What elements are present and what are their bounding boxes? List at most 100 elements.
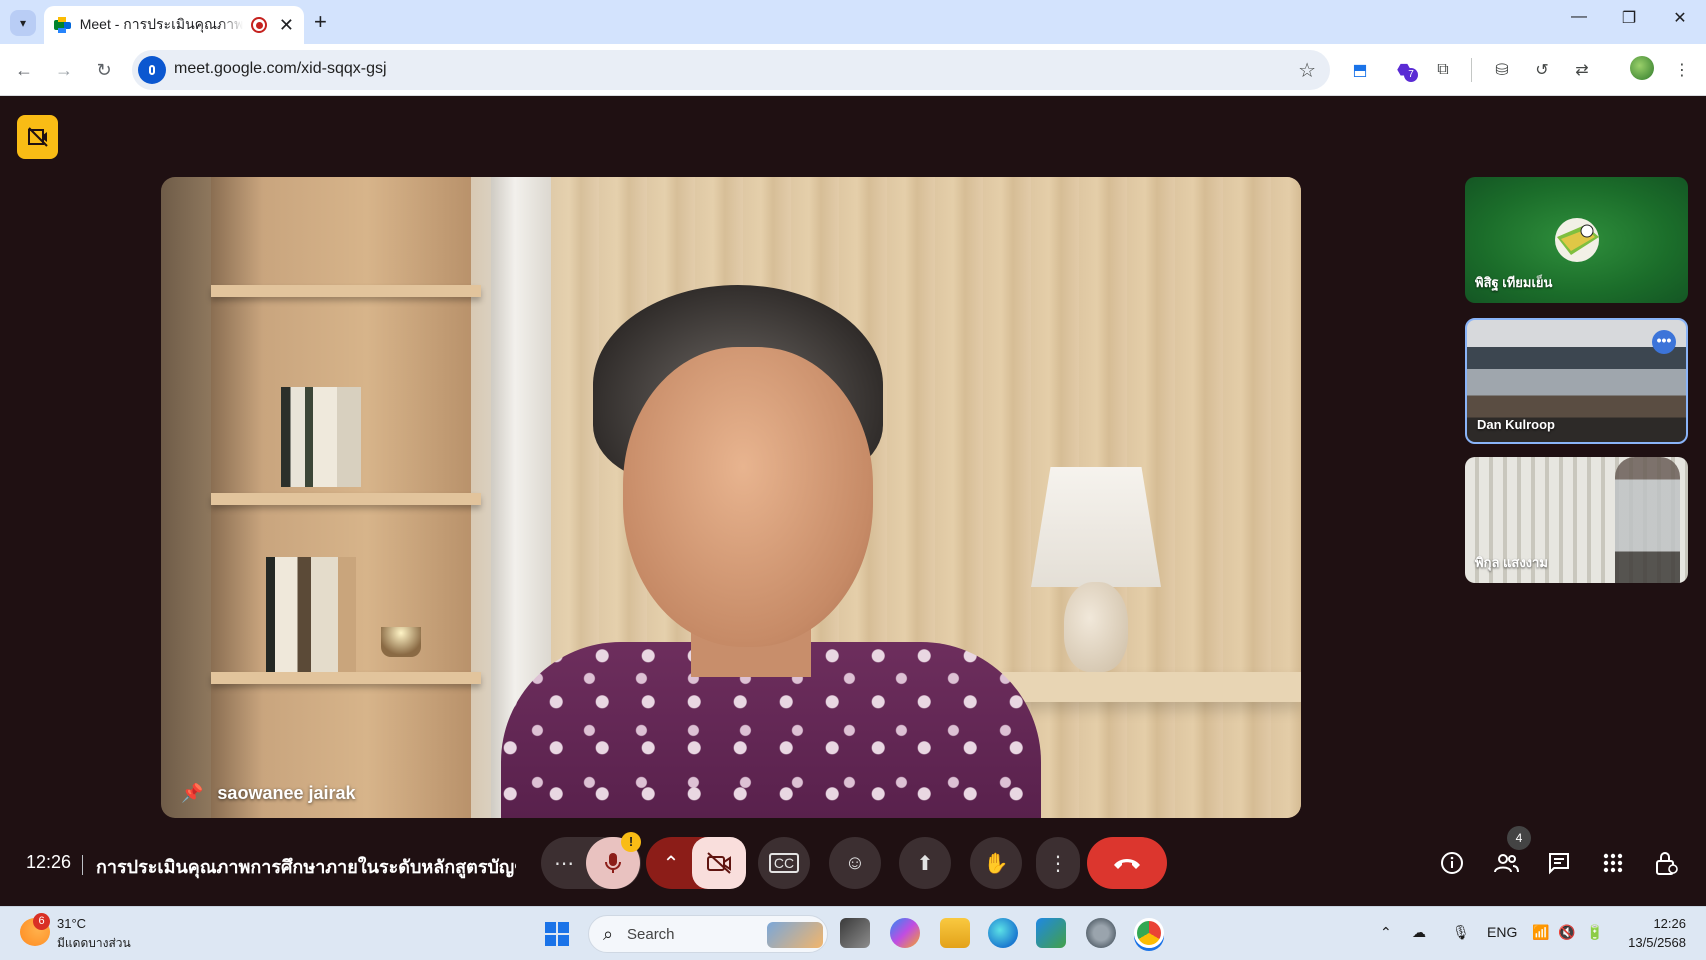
video-options-button[interactable]: ⌃ <box>650 837 692 889</box>
captions-button[interactable]: CC <box>758 837 810 889</box>
search-highlight-image <box>767 922 823 948</box>
close-window-button[interactable]: ✕ <box>1665 8 1695 28</box>
wifi-icon[interactable]: 📶 <box>1532 924 1549 941</box>
divider <box>82 855 83 875</box>
tab-search-button[interactable]: ▾ <box>10 10 36 36</box>
microphone-icon[interactable]: 🎙 <box>1452 924 1470 941</box>
more-options-icon[interactable]: ••• <box>1652 330 1676 354</box>
apps-grid-icon <box>1603 853 1623 873</box>
taskbar-search-box[interactable]: ⌕ Search <box>588 915 828 953</box>
weather-temperature[interactable]: 31°C <box>57 916 86 931</box>
translate-page-icon[interactable]: ⇄ <box>1570 58 1594 82</box>
settings-gear-icon[interactable] <box>1086 918 1116 948</box>
no-video-icon <box>27 127 48 147</box>
meet-stage: 📌 saowanee jairak พิสิฐ เทียมเย็น ••• Da… <box>0 97 1706 906</box>
close-tab-icon[interactable]: ✕ <box>279 16 294 34</box>
profile-avatar[interactable] <box>1630 56 1654 80</box>
minimize-window-button[interactable]: — <box>1564 8 1594 26</box>
pin-icon[interactable]: 📌 <box>181 783 203 804</box>
chevron-down-icon: ▾ <box>19 16 27 30</box>
extensions-puzzle-icon[interactable]: ⧉ <box>1431 58 1455 82</box>
microphone-in-use-icon[interactable] <box>138 56 166 84</box>
participant-avatar <box>1555 218 1599 262</box>
people-button[interactable] <box>1490 847 1522 879</box>
search-label: Search <box>627 926 675 943</box>
file-explorer-icon[interactable] <box>940 918 970 948</box>
hang-up-icon <box>1114 859 1140 869</box>
windows-taskbar: 6 31°C มีแดดบางส่วน ⌕ Search ⌃ ☁ 🎙 ENG 📶… <box>0 906 1706 960</box>
people-icon <box>1494 854 1519 873</box>
main-participant-video[interactable]: 📌 saowanee jairak <box>161 177 1301 818</box>
chat-icon <box>1549 853 1569 875</box>
raise-hand-button[interactable]: ✋ <box>970 837 1022 889</box>
present-screen-icon: ⬆ <box>916 852 934 875</box>
info-icon <box>1441 852 1463 874</box>
main-participant-name: saowanee jairak <box>217 783 356 803</box>
new-tab-button[interactable]: + <box>314 10 327 34</box>
leave-call-button[interactable] <box>1087 837 1167 889</box>
browser-menu-icon[interactable]: ⋮ <box>1670 58 1694 82</box>
chevron-up-icon[interactable]: ⌃ <box>1380 924 1392 941</box>
lock-person-icon <box>1656 852 1678 875</box>
incognito-extension-icon[interactable]: ⛁ <box>1490 58 1514 82</box>
audio-settings-button[interactable]: ⋯ <box>541 837 587 889</box>
more-horizontal-icon: ⋯ <box>554 852 574 875</box>
history-icon[interactable]: ↺ <box>1530 58 1554 82</box>
host-controls-button[interactable] <box>1650 847 1682 879</box>
participant-name: Dan Kulroop <box>1477 417 1555 432</box>
volume-muted-icon[interactable]: 🔇 <box>1558 924 1575 941</box>
microphone-icon <box>605 853 621 873</box>
extension-icon[interactable]: ⬣ 7 <box>1392 58 1418 82</box>
main-participant-name-tag: 📌 saowanee jairak <box>181 783 356 804</box>
recording-icon <box>251 17 267 33</box>
emoji-icon: ☺ <box>844 851 866 874</box>
task-view-icon[interactable] <box>840 918 870 948</box>
camera-toggle-button[interactable] <box>692 837 746 889</box>
microsoft-store-icon[interactable] <box>1036 918 1066 948</box>
participant-tile-active[interactable]: ••• Dan Kulroop <box>1465 318 1688 444</box>
chevron-up-icon: ⌃ <box>662 852 680 875</box>
taskbar-date[interactable]: 13/5/2568 <box>1615 935 1686 950</box>
participant-face <box>623 347 873 647</box>
input-language[interactable]: ENG <box>1487 924 1517 940</box>
forward-arrow-icon[interactable]: → <box>50 56 78 84</box>
browser-tab-strip: ▾ Meet - การประเมินคุณภาพการศึกษา ✕ + — … <box>0 0 1706 44</box>
participant-tile[interactable]: พิสิฐ เทียมเย็น <box>1465 177 1688 303</box>
raise-hand-icon: ✋ <box>983 852 1009 875</box>
present-screen-button[interactable]: ⬆ <box>899 837 951 889</box>
taskbar-time[interactable]: 12:26 <box>1630 916 1686 931</box>
windows-start-icon[interactable] <box>545 922 569 946</box>
chrome-icon[interactable] <box>1134 918 1164 948</box>
participant-name: พิกุล แสงงาม <box>1475 555 1548 570</box>
copilot-icon[interactable] <box>890 918 920 948</box>
participant-tile[interactable]: พิกุล แสงงาม <box>1465 457 1688 583</box>
tab-title: Meet - การประเมินคุณภาพการศึกษา <box>79 16 244 32</box>
activities-button[interactable] <box>1597 847 1629 879</box>
chat-button[interactable] <box>1543 847 1575 879</box>
battery-icon[interactable]: 🔋 <box>1586 924 1603 941</box>
camera-off-icon <box>707 852 731 874</box>
extension-badge: 7 <box>1404 68 1418 82</box>
reload-icon[interactable]: ↻ <box>90 56 118 84</box>
search-icon: ⌕ <box>603 924 614 944</box>
more-vertical-icon: ⋮ <box>1048 852 1068 875</box>
google-translate-extension-icon[interactable]: ⬒ <box>1348 58 1372 82</box>
browser-toolbar: ← → ↻ meet.google.com/xid-sqqx-gsj ☆ ⬒ ⬣… <box>0 44 1706 96</box>
video-off-indicator-icon[interactable] <box>17 115 58 159</box>
weather-description[interactable]: มีแดดบางส่วน <box>57 934 131 953</box>
restore-window-button[interactable]: ❐ <box>1614 8 1644 28</box>
onedrive-icon[interactable]: ☁ <box>1412 924 1426 941</box>
back-arrow-icon[interactable]: ← <box>10 56 38 84</box>
address-bar[interactable]: meet.google.com/xid-sqqx-gsj ☆ <box>132 50 1330 90</box>
browser-tab-meet[interactable]: Meet - การประเมินคุณภาพการศึกษา ✕ <box>44 6 304 44</box>
meeting-details-button[interactable] <box>1436 847 1468 879</box>
lamp <box>1031 467 1161 587</box>
closed-captions-icon: CC <box>768 853 800 873</box>
more-options-button[interactable]: ⋮ <box>1036 837 1080 889</box>
participant-name: พิสิฐ เทียมเย็น <box>1475 275 1553 290</box>
address-url[interactable]: meet.google.com/xid-sqqx-gsj <box>174 60 387 78</box>
reactions-button[interactable]: ☺ <box>829 837 881 889</box>
weather-badge: 6 <box>33 913 50 930</box>
bookmark-star-icon[interactable]: ☆ <box>1298 58 1316 83</box>
edge-browser-icon[interactable] <box>988 918 1018 948</box>
